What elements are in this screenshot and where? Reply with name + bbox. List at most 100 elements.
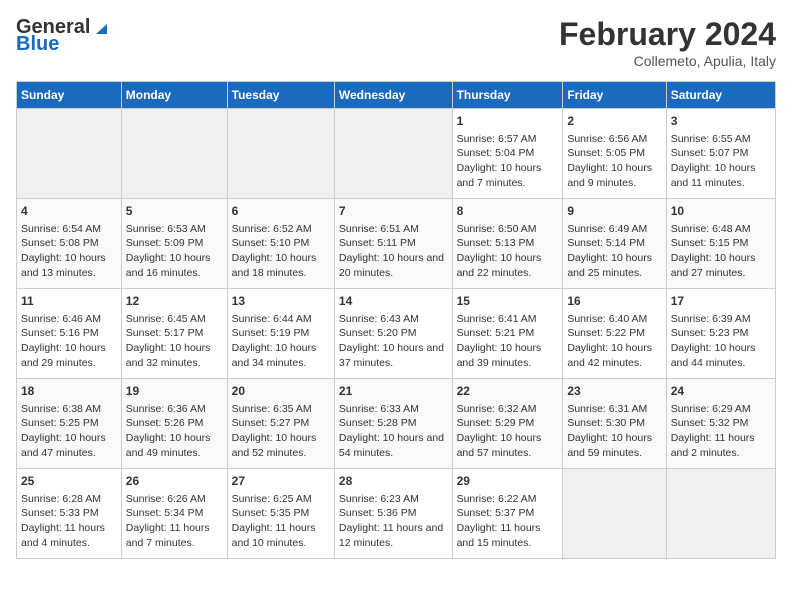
calendar-cell	[563, 469, 666, 559]
day-number: 6	[232, 203, 330, 220]
sunrise: Sunrise: 6:56 AM	[567, 133, 647, 145]
sunrise: Sunrise: 6:26 AM	[126, 493, 206, 505]
day-number: 1	[457, 113, 559, 130]
calendar-cell	[227, 109, 334, 199]
sunrise: Sunrise: 6:22 AM	[457, 493, 537, 505]
day-number: 26	[126, 473, 223, 490]
day-number: 3	[671, 113, 771, 130]
daylight: Daylight: 10 hours and 13 minutes.	[21, 252, 106, 279]
subtitle: Collemeto, Apulia, Italy	[559, 53, 776, 69]
sunset: Sunset: 5:32 PM	[671, 417, 749, 429]
day-number: 10	[671, 203, 771, 220]
day-number: 18	[21, 383, 117, 400]
daylight: Daylight: 10 hours and 52 minutes.	[232, 432, 317, 459]
sunset: Sunset: 5:16 PM	[21, 327, 99, 339]
calendar-cell: 23Sunrise: 6:31 AMSunset: 5:30 PMDayligh…	[563, 379, 666, 469]
sunset: Sunset: 5:07 PM	[671, 147, 749, 159]
sunset: Sunset: 5:10 PM	[232, 237, 310, 249]
daylight: Daylight: 10 hours and 32 minutes.	[126, 342, 211, 369]
daylight: Daylight: 11 hours and 2 minutes.	[671, 432, 755, 459]
calendar-cell: 8Sunrise: 6:50 AMSunset: 5:13 PMDaylight…	[452, 199, 563, 289]
day-number: 29	[457, 473, 559, 490]
calendar-cell: 15Sunrise: 6:41 AMSunset: 5:21 PMDayligh…	[452, 289, 563, 379]
sunrise: Sunrise: 6:29 AM	[671, 403, 751, 415]
day-number: 7	[339, 203, 448, 220]
main-title: February 2024	[559, 16, 776, 53]
calendar-cell: 11Sunrise: 6:46 AMSunset: 5:16 PMDayligh…	[17, 289, 122, 379]
day-number: 11	[21, 293, 117, 310]
sunset: Sunset: 5:05 PM	[567, 147, 645, 159]
sunrise: Sunrise: 6:23 AM	[339, 493, 419, 505]
daylight: Daylight: 10 hours and 18 minutes.	[232, 252, 317, 279]
sunrise: Sunrise: 6:54 AM	[21, 223, 101, 235]
sunset: Sunset: 5:13 PM	[457, 237, 535, 249]
sunset: Sunset: 5:09 PM	[126, 237, 204, 249]
calendar-week-row: 4 Sunrise: 6:54 AM Sunset: 5:08 PM Daylight…	[17, 199, 776, 289]
sunrise: Sunrise: 6:28 AM	[21, 493, 101, 505]
sunset: Sunset: 5:36 PM	[339, 507, 417, 519]
calendar-cell: 5Sunrise: 6:53 AMSunset: 5:09 PMDaylight…	[121, 199, 227, 289]
daylight: Daylight: 10 hours and 42 minutes.	[567, 342, 652, 369]
weekday-header-row: SundayMondayTuesdayWednesdayThursdayFrid…	[17, 82, 776, 109]
sunset: Sunset: 5:08 PM	[21, 237, 99, 249]
calendar-cell: 3Sunrise: 6:55 AMSunset: 5:07 PMDaylight…	[666, 109, 775, 199]
calendar-cell: 29Sunrise: 6:22 AMSunset: 5:37 PMDayligh…	[452, 469, 563, 559]
calendar-week-row: 18Sunrise: 6:38 AMSunset: 5:25 PMDayligh…	[17, 379, 776, 469]
day-number: 9	[567, 203, 661, 220]
day-number: 28	[339, 473, 448, 490]
calendar-cell	[121, 109, 227, 199]
calendar-cell: 10 Sunrise: 6:48 AM Sunset: 5:15 PM Dayligh…	[666, 199, 775, 289]
daylight: Daylight: 10 hours and 27 minutes.	[671, 252, 756, 279]
daylight: Daylight: 11 hours and 10 minutes.	[232, 522, 316, 549]
logo: General Blue	[16, 16, 113, 56]
day-number: 13	[232, 293, 330, 310]
day-number: 14	[339, 293, 448, 310]
calendar-cell: 4 Sunrise: 6:54 AM Sunset: 5:08 PM Daylight…	[17, 199, 122, 289]
calendar-week-row: 11 Sunrise: 6:46 AM Sunset: 5:16 PM Dayligh…	[17, 289, 776, 379]
sunrise: Sunrise: 6:46 AM	[21, 313, 101, 325]
weekday-header-thursday: Thursday	[452, 82, 563, 109]
sunrise: Sunrise: 6:48 AM	[671, 223, 751, 235]
sunset: Sunset: 5:34 PM	[126, 507, 204, 519]
calendar-cell: 22Sunrise: 6:32 AMSunset: 5:29 PMDayligh…	[452, 379, 563, 469]
daylight: Daylight: 10 hours and 47 minutes.	[21, 432, 106, 459]
sunrise: Sunrise: 6:33 AM	[339, 403, 419, 415]
sunset: Sunset: 5:27 PM	[232, 417, 310, 429]
sunrise: Sunrise: 6:38 AM	[21, 403, 101, 415]
sunrise: Sunrise: 6:41 AM	[457, 313, 537, 325]
calendar-cell	[17, 109, 122, 199]
day-number: 12	[126, 293, 223, 310]
daylight: Daylight: 10 hours and 11 minutes.	[671, 162, 756, 189]
calendar-cell: 21Sunrise: 6:33 AMSunset: 5:28 PMDayligh…	[334, 379, 452, 469]
day-number: 4	[21, 203, 117, 220]
sunset: Sunset: 5:37 PM	[457, 507, 535, 519]
calendar-cell: 17Sunrise: 6:39 AMSunset: 5:23 PMDayligh…	[666, 289, 775, 379]
daylight: Daylight: 11 hours and 7 minutes.	[126, 522, 210, 549]
sunset: Sunset: 5:35 PM	[232, 507, 310, 519]
day-number: 19	[126, 383, 223, 400]
calendar-cell: 26 Sunrise: 6:26 AM Sunset: 5:34 PM Dayligh…	[121, 469, 227, 559]
sunrise: Sunrise: 6:31 AM	[567, 403, 647, 415]
sunrise: Sunrise: 6:32 AM	[457, 403, 537, 415]
sunset: Sunset: 5:15 PM	[671, 237, 749, 249]
sunset: Sunset: 5:04 PM	[457, 147, 535, 159]
page-header: General Blue February 2024 Collemeto, Ap…	[16, 16, 776, 69]
calendar-week-row: 1 Sunrise: 6:57 AM Sunset: 5:04 PM Daylight…	[17, 109, 776, 199]
calendar-cell	[666, 469, 775, 559]
sunset: Sunset: 5:14 PM	[567, 237, 645, 249]
daylight: Daylight: 10 hours and 39 minutes.	[457, 342, 542, 369]
sunset: Sunset: 5:33 PM	[21, 507, 99, 519]
sunrise: Sunrise: 6:57 AM	[457, 133, 537, 145]
sunset: Sunset: 5:26 PM	[126, 417, 204, 429]
calendar-cell: 28Sunrise: 6:23 AMSunset: 5:36 PMDayligh…	[334, 469, 452, 559]
day-number: 2	[567, 113, 661, 130]
day-number: 22	[457, 383, 559, 400]
sunrise: Sunrise: 6:44 AM	[232, 313, 312, 325]
weekday-header-monday: Monday	[121, 82, 227, 109]
sunset: Sunset: 5:17 PM	[126, 327, 204, 339]
calendar-cell: 27Sunrise: 6:25 AMSunset: 5:35 PMDayligh…	[227, 469, 334, 559]
logo-blue-text: Blue	[16, 33, 59, 56]
day-number: 17	[671, 293, 771, 310]
day-number: 16	[567, 293, 661, 310]
daylight: Daylight: 11 hours and 4 minutes.	[21, 522, 105, 549]
